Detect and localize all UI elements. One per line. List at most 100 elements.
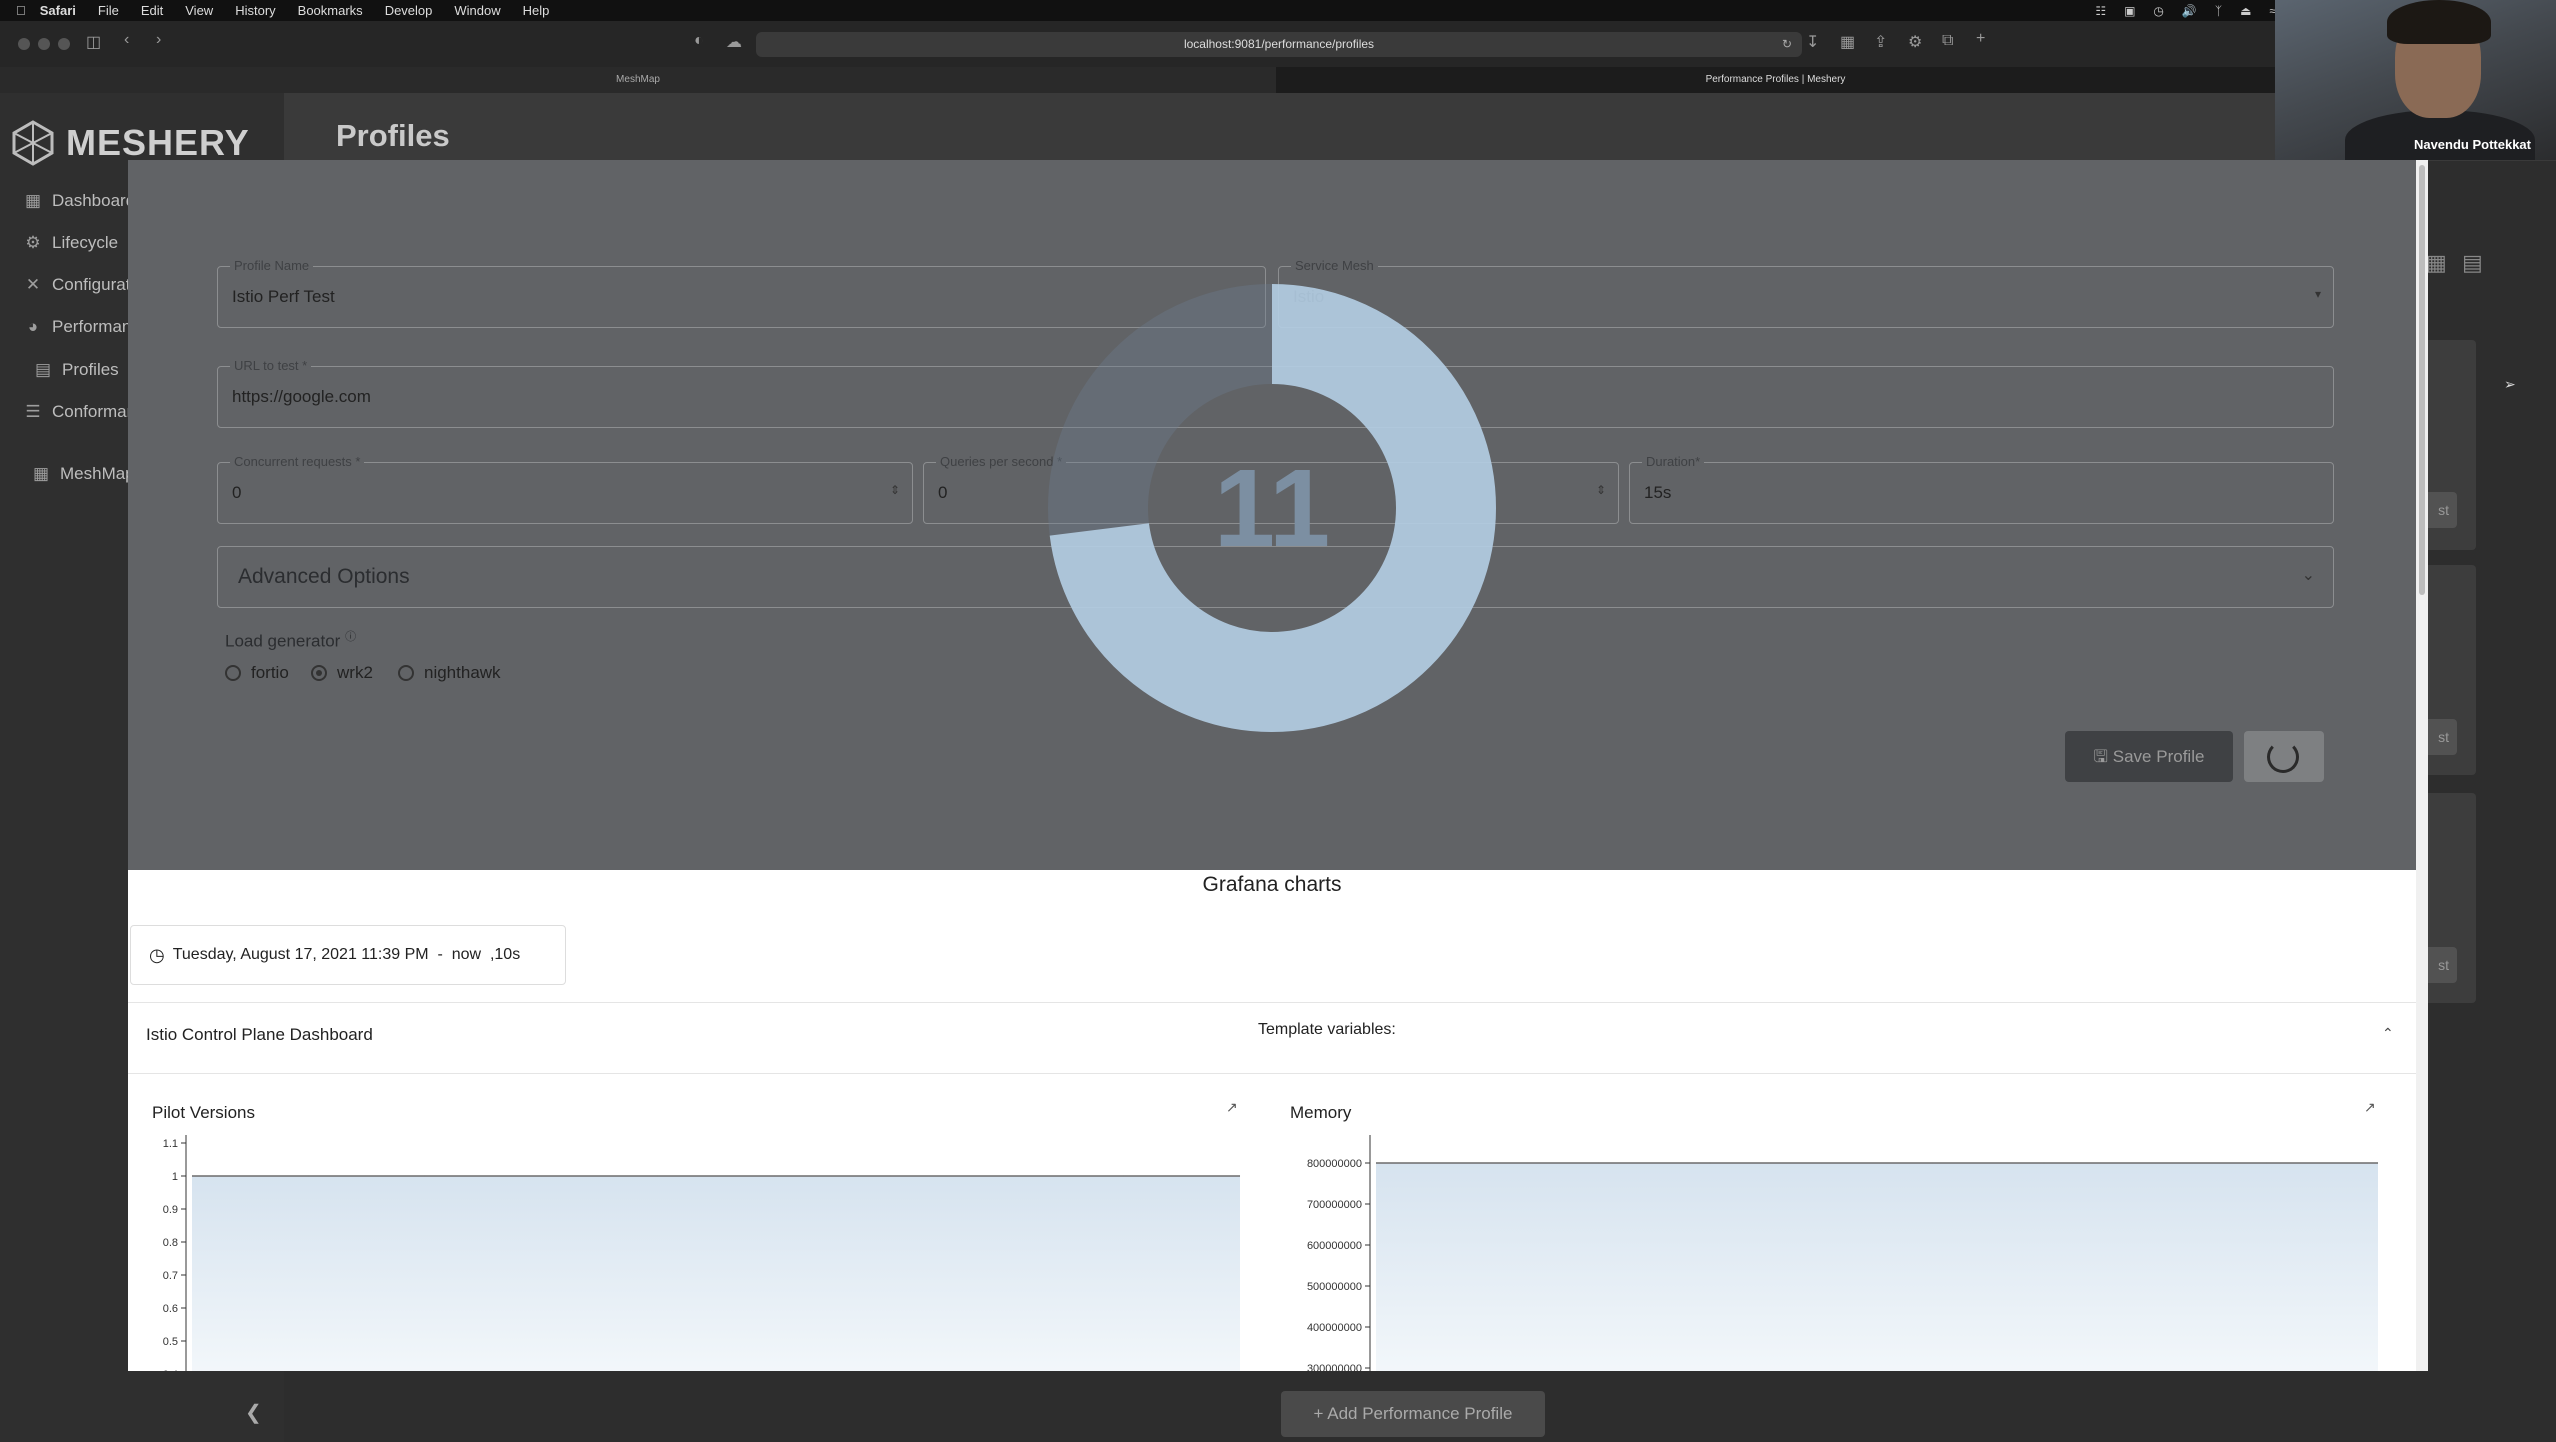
tab-performance-profiles[interactable]: Performance Profiles | Meshery [1276, 67, 2275, 93]
performance-test-modal: Profile Name Istio Perf Test Service Mes… [128, 160, 2428, 1371]
open-external-icon[interactable]: ↗ [2364, 1099, 2376, 1116]
radio-circle [398, 665, 414, 681]
download-icon[interactable]: ↧ [1806, 32, 1819, 52]
button-label: Save Profile [2112, 747, 2205, 766]
y-tick-label: 0.8 [163, 1237, 178, 1249]
apple-icon[interactable]:  [16, 3, 26, 18]
field-label: Queries per second * [936, 454, 1067, 469]
sidebar-toggle-icon[interactable]: ◫ [86, 32, 101, 52]
y-tick-label: 0.6 [163, 1303, 178, 1315]
field-value: https://google.com [232, 387, 371, 406]
grafana-panel-memory: Memory ↗ 800000000 700000000 600000000 5000… [1274, 1085, 2394, 1371]
grid-icon[interactable]: ▦ [1840, 32, 1855, 52]
zoom-window-icon[interactable] [58, 38, 70, 50]
menu-bookmarks[interactable]: Bookmarks [298, 3, 363, 18]
sidebar-item-dashboard[interactable]: ▦ Dashboard [24, 191, 135, 211]
sidebar-item-label: Dashboard [52, 191, 136, 210]
y-tick-label: 600000000 [1307, 1240, 1362, 1252]
dashboard-name: Istio Control Plane Dashboard [146, 1025, 373, 1044]
grid-view-icon[interactable]: ▦ [2426, 250, 2447, 276]
tab-label: MeshMap [616, 74, 660, 85]
collapse-sidebar-icon[interactable]: ❮ [245, 1400, 262, 1425]
field-value: 0 [232, 483, 242, 502]
menu-edit[interactable]: Edit [141, 3, 163, 18]
duration-field[interactable]: Duration* 15s [1629, 454, 2334, 524]
sidebar-item-profiles[interactable]: ▤ Profiles [34, 360, 119, 380]
tabs-overview-icon[interactable]: ⧉ [1942, 32, 1953, 50]
eject-icon[interactable]: ⏏ [2240, 4, 2251, 18]
scrollbar-thumb[interactable] [2419, 165, 2425, 595]
field-label: Duration* [1642, 454, 1705, 469]
docker-icon[interactable]: ☷ [2095, 4, 2106, 18]
menu-develop[interactable]: Develop [385, 3, 433, 18]
sidebar-item-meshmap[interactable]: ▦ MeshMap [32, 464, 135, 484]
open-external-icon[interactable]: ↗ [1226, 1099, 1238, 1116]
menu-file[interactable]: File [98, 3, 119, 18]
stepper-icon[interactable]: ⇕ [1596, 483, 1606, 497]
y-tick-label: 0.7 [163, 1270, 178, 1282]
sidebar-item-performance[interactable]: ◕ Performan [24, 317, 132, 337]
pilot-versions-chart: 1.1 1 0.9 0.8 0.7 0.6 0.5 0.4 [163, 1135, 1241, 1371]
icloud-icon[interactable]: ☁ [726, 32, 742, 52]
status-tray: ☷ ▣ ◷ 🔊 ᛉ ⏏ ≈ [2095, 0, 2276, 21]
clock-icon[interactable]: ◷ [2153, 4, 2163, 18]
sidebar-item-label: Lifecycle [52, 233, 119, 252]
menu-history[interactable]: History [235, 3, 275, 18]
field-label: Service Mesh [1291, 258, 1378, 273]
radio-wrk2[interactable]: wrk2 [311, 663, 373, 683]
checklist-icon: ☰ [25, 402, 41, 421]
grafana-title: Grafana charts [1202, 873, 1342, 896]
reload-icon[interactable]: ↻ [1782, 32, 1792, 57]
sidebar-item-lifecycle[interactable]: ⚙ Lifecycle [24, 233, 118, 253]
share-icon[interactable]: ⇪ [1874, 32, 1887, 52]
menu-window[interactable]: Window [454, 3, 500, 18]
bluetooth-icon[interactable]: ᛉ [2215, 4, 2222, 18]
save-profile-button[interactable]: 🖫 Save Profile [2065, 731, 2233, 782]
volume-icon[interactable]: 🔊 [2182, 4, 2197, 18]
privacy-icon[interactable]: ◐ [694, 32, 704, 50]
y-tick-label: 1 [172, 1171, 178, 1183]
sidebar-item-label: Performan [52, 317, 132, 336]
input-icon[interactable]: ▣ [2124, 4, 2135, 18]
close-window-icon[interactable] [18, 38, 30, 50]
memory-chart: 800000000 700000000 600000000 500000000 4000… [1307, 1135, 2379, 1371]
tab-meshmap[interactable]: MeshMap [0, 67, 1276, 93]
sidebar-item-conformance[interactable]: ☰ Conforman [24, 402, 136, 422]
address-bar[interactable]: localhost:9081/performance/profiles ↻ [756, 32, 1802, 57]
y-tick-label: 700000000 [1307, 1199, 1362, 1211]
address-text: localhost:9081/performance/profiles [1183, 37, 1375, 51]
radio-nighthawk[interactable]: nighthawk [398, 663, 501, 683]
settings-icon[interactable]: ⚙ [1908, 32, 1922, 52]
stepper-icon[interactable]: ⇕ [890, 483, 900, 497]
menu-view[interactable]: View [185, 3, 213, 18]
chevron-up-icon[interactable]: ⌃ [2382, 1025, 2394, 1042]
radio-fortio[interactable]: fortio [225, 663, 289, 683]
panel-title: Pilot Versions [152, 1103, 255, 1122]
menu-help[interactable]: Help [523, 3, 550, 18]
series-area [1376, 1163, 2378, 1371]
minimize-window-icon[interactable] [38, 38, 50, 50]
logo-text: MESHERY [66, 122, 250, 163]
menu-app-name[interactable]: Safari [40, 3, 76, 18]
concurrent-requests-field[interactable]: Concurrent requests * 0 ⇕ [217, 454, 913, 524]
sidebar-item-label: Conforman [52, 402, 137, 421]
dashboard-header[interactable]: Istio Control Plane Dashboard Template v… [128, 1002, 2416, 1074]
tab-bar: MeshMap Performance Profiles | Meshery [0, 67, 2275, 93]
clock-icon: ◷ [149, 944, 165, 965]
grafana-panel-pilot-versions: Pilot Versions ↗ 1.1 1 0.9 0.8 0.7 0.6 0.5 0.4 [136, 1085, 1256, 1371]
meshery-logo-icon [12, 120, 54, 166]
save-icon: 🖫 [2093, 747, 2109, 766]
performance-icon: ◕ [27, 317, 39, 336]
page-title: Profiles [336, 118, 450, 153]
sidebar-item-configuration[interactable]: ✕ Configurat [24, 275, 131, 295]
back-icon[interactable]: ‹ [124, 31, 129, 49]
webcam-overlay [2275, 0, 2556, 160]
forward-icon[interactable]: › [156, 31, 161, 49]
table-view-icon[interactable]: ▤ [2462, 250, 2483, 276]
field-value: 0 [938, 483, 948, 502]
time-range-picker[interactable]: ◷ Tuesday, August 17, 2021 11:39 PM - no… [130, 925, 566, 985]
y-tick-label: 1.1 [163, 1138, 178, 1150]
add-performance-profile-button[interactable]: + Add Performance Profile [1281, 1391, 1545, 1437]
new-tab-icon[interactable]: + [1976, 30, 1985, 48]
help-icon[interactable]: ⓘ [345, 631, 356, 643]
